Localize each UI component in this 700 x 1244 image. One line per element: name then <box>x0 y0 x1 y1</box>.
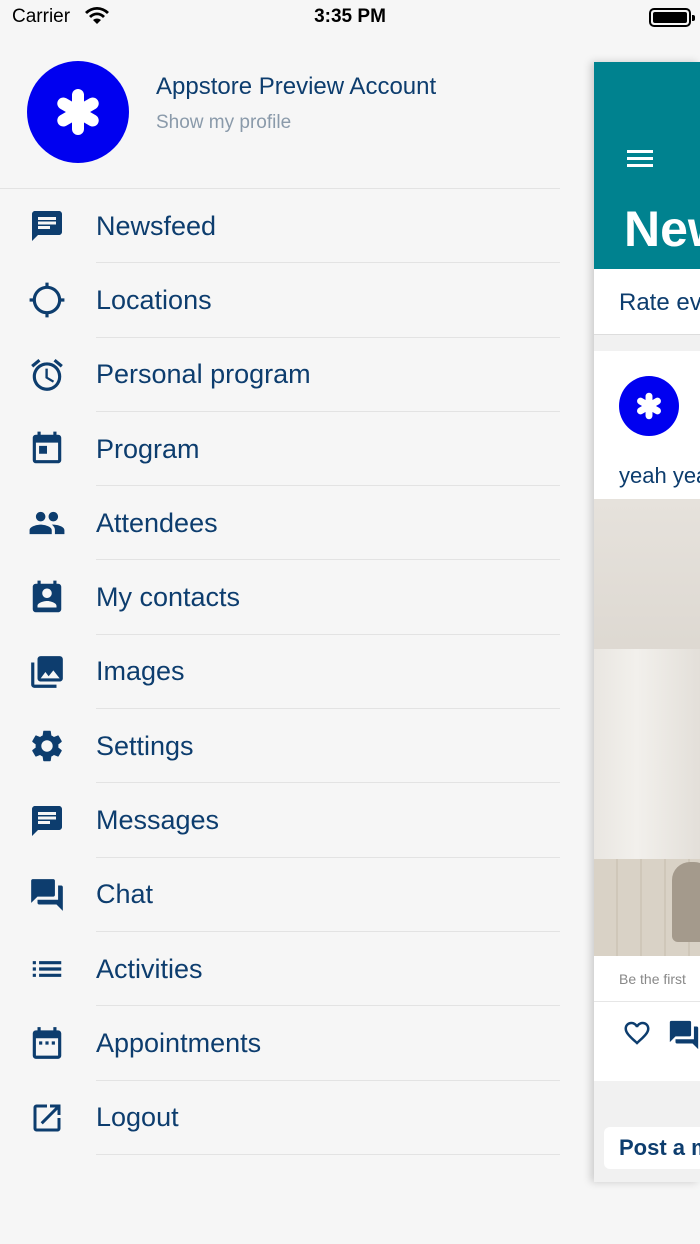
compose-label: Post a m <box>619 1135 700 1160</box>
logout-icon <box>28 1099 66 1137</box>
gear-icon <box>28 727 66 765</box>
message-icon <box>28 802 66 840</box>
contact-card-icon <box>28 579 66 617</box>
divider <box>594 1001 700 1002</box>
page-title: New <box>624 201 700 257</box>
side-drawer: Appstore Preview Account Show my profile… <box>0 40 560 1244</box>
menu-label: Messages <box>96 805 220 836</box>
app-header: New <box>594 62 700 269</box>
chat-icon <box>28 876 66 914</box>
menu-label: Appointments <box>96 1027 262 1058</box>
profile-name: Appstore Preview Account <box>156 73 437 100</box>
image-window <box>594 649 700 859</box>
menu-item-appointments[interactable]: Appointments <box>0 1006 560 1081</box>
menu-label: Attendees <box>96 507 218 538</box>
menu-item-personal-program[interactable]: Personal program <box>0 338 560 412</box>
avatar[interactable] <box>27 61 129 163</box>
menu-item-chat[interactable]: Chat <box>0 858 560 932</box>
menu-label: My contacts <box>96 582 241 613</box>
status-bar: Carrier 3:35 PM <box>0 0 700 40</box>
post-card[interactable]: yeah yea Be the first <box>594 351 700 1081</box>
profile-header[interactable]: Appstore Preview Account Show my profile <box>0 40 560 189</box>
menu-item-activities[interactable]: Activities <box>0 932 560 1007</box>
battery-icon <box>649 8 695 27</box>
photo-library-icon <box>28 653 66 691</box>
menu-item-newsfeed[interactable]: Newsfeed <box>0 189 560 264</box>
menu-item-program[interactable]: Program <box>0 412 560 487</box>
drawer-menu: Newsfeed Locations Personal program Prog… <box>0 189 560 1155</box>
list-icon <box>28 950 66 988</box>
show-profile-link[interactable]: Show my profile <box>156 112 291 134</box>
menu-item-images[interactable]: Images <box>0 635 560 710</box>
image-cat <box>672 862 700 942</box>
asterisk-icon <box>57 89 99 135</box>
menu-item-logout[interactable]: Logout <box>0 1081 560 1155</box>
like-heart-icon[interactable] <box>621 1018 653 1053</box>
post-avatar[interactable] <box>619 376 679 436</box>
post-message-button[interactable]: Post a m <box>604 1127 700 1169</box>
rate-event-banner[interactable]: Rate ev <box>594 269 700 335</box>
calendar-day-icon <box>28 430 66 468</box>
menu-label: Logout <box>96 1102 179 1133</box>
menu-label: Personal program <box>96 359 311 390</box>
menu-label: Newsfeed <box>96 210 217 241</box>
calendar-icon <box>28 1024 66 1062</box>
clock: 3:35 PM <box>314 6 386 27</box>
people-icon <box>28 504 66 542</box>
alarm-clock-icon <box>28 356 66 394</box>
menu-item-settings[interactable]: Settings <box>0 709 560 784</box>
post-image[interactable] <box>594 499 700 956</box>
comment-icon[interactable] <box>667 1018 700 1057</box>
asterisk-icon <box>637 392 661 420</box>
menu-item-messages[interactable]: Messages <box>0 783 560 858</box>
newsfeed-icon <box>28 207 66 245</box>
post-text: yeah yea <box>619 463 700 488</box>
menu-item-attendees[interactable]: Attendees <box>0 486 560 561</box>
menu-label: Program <box>96 433 200 464</box>
menu-label: Images <box>96 656 185 687</box>
rate-event-text: Rate ev <box>619 289 700 316</box>
menu-label: Settings <box>96 730 194 761</box>
crosshair-icon <box>28 281 66 319</box>
menu-item-my-contacts[interactable]: My contacts <box>0 560 560 635</box>
likes-summary: Be the first <box>619 971 686 987</box>
menu-item-locations[interactable]: Locations <box>0 263 560 338</box>
menu-label: Activities <box>96 953 203 984</box>
divider <box>96 1153 560 1155</box>
menu-label: Chat <box>96 879 154 910</box>
menu-label: Locations <box>96 284 212 315</box>
hamburger-menu-icon[interactable] <box>627 148 653 173</box>
main-page[interactable]: New Rate ev yeah yea Be the first <box>594 62 700 1182</box>
